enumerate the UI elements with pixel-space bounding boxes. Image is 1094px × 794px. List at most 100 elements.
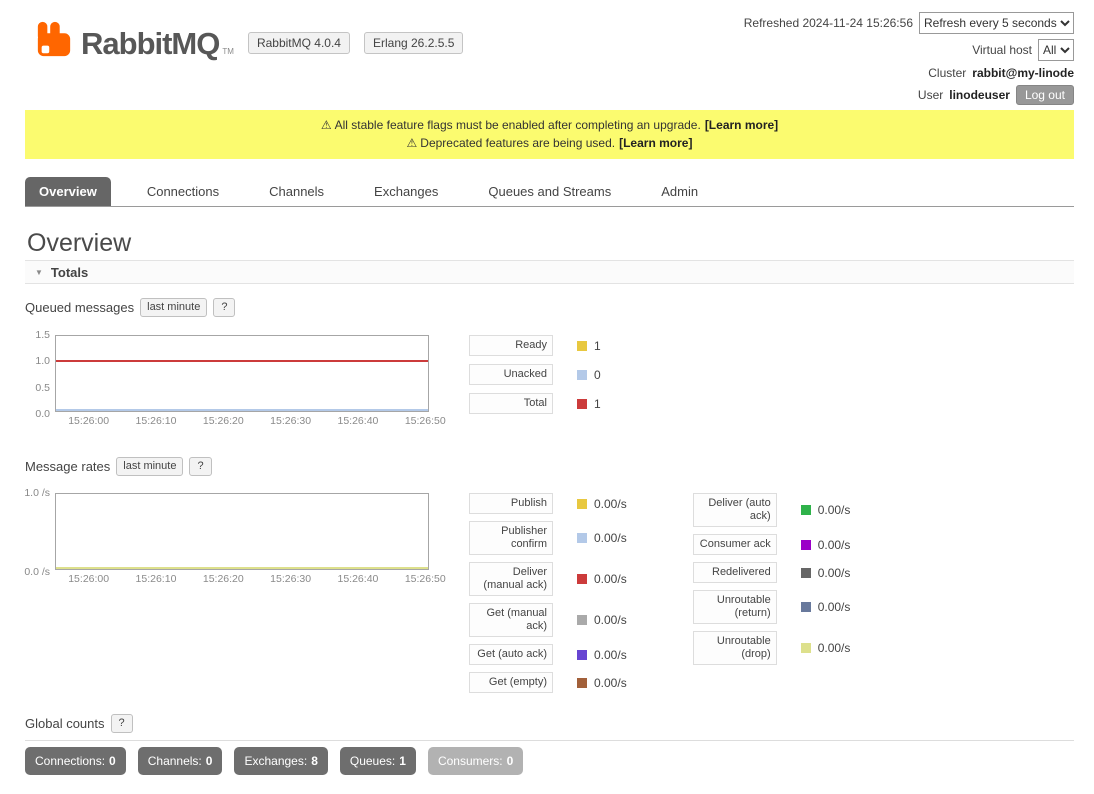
legend-value: 0.00/s	[594, 531, 627, 545]
legend-row-get-manual-ack: Get (manual ack) 0.00/s	[469, 603, 627, 637]
legend-row-unroutable-return: Unroutable (return) 0.00/s	[693, 590, 851, 624]
rates-chart-plot	[55, 493, 429, 570]
totals-section-header[interactable]: ▼ Totals	[25, 260, 1074, 284]
rabbitmq-overview-page: RabbitMQ TM RabbitMQ 4.0.4 Erlang 26.2.5…	[0, 0, 1094, 775]
legend-value: 0.00/s	[594, 676, 627, 690]
rates-legend-column-1: Publish 0.00/s Publisher confirm 0.00/s …	[469, 493, 627, 700]
y-tick-label: 0.0	[35, 408, 50, 420]
tab-channels[interactable]: Channels	[255, 177, 338, 206]
cluster-label: Cluster	[928, 66, 966, 80]
refresh-interval-select[interactable]: Refresh every 5 seconds	[919, 12, 1074, 34]
legend-label: Ready	[469, 335, 553, 356]
learn-more-link[interactable]: [Learn more]	[619, 136, 692, 150]
legend-value: 1	[594, 339, 601, 353]
legend-color-swatch	[577, 399, 587, 409]
x-tick-label: 15:26:10	[136, 573, 177, 585]
legend-label: Deliver (auto ack)	[693, 493, 777, 527]
logout-button[interactable]: Log out	[1016, 85, 1074, 105]
x-tick-label: 15:26:10	[136, 415, 177, 427]
y-tick-label: 1.0 /s	[24, 487, 50, 499]
legend-color-swatch	[801, 505, 811, 515]
legend-label: Publish	[469, 493, 553, 514]
warning-text: All stable feature flags must be enabled…	[335, 118, 701, 132]
legend-row-get-empty: Get (empty) 0.00/s	[469, 672, 627, 693]
legend-value: 0.00/s	[594, 613, 627, 627]
tab-overview[interactable]: Overview	[25, 177, 111, 206]
trademark-label: TM	[222, 47, 234, 56]
legend-label: Unacked	[469, 364, 553, 385]
brand-name: RabbitMQ	[81, 29, 219, 58]
legend-label: Get (auto ack)	[469, 644, 553, 665]
erlang-version-badge: Erlang 26.2.5.5	[364, 32, 463, 54]
global-counts-help-button[interactable]: ?	[111, 714, 133, 733]
legend-label: Unroutable (return)	[693, 590, 777, 624]
tab-admin[interactable]: Admin	[647, 177, 712, 206]
queued-help-button[interactable]: ?	[213, 298, 235, 317]
rates-chart-x-axis: 15:26:0015:26:1015:26:2015:26:3015:26:40…	[55, 573, 429, 589]
queued-range-selector[interactable]: last minute	[140, 298, 207, 317]
legend-color-swatch	[577, 499, 587, 509]
legend-value: 0.00/s	[818, 503, 851, 517]
global-counts-header: Global counts ?	[25, 714, 1094, 732]
rabbitmq-logo[interactable]: RabbitMQ TM	[35, 20, 234, 58]
page-title: Overview	[27, 229, 1094, 258]
tab-exchanges[interactable]: Exchanges	[360, 177, 452, 206]
count-consumers: Consumers:0	[428, 747, 523, 775]
legend-label: Publisher confirm	[469, 521, 553, 555]
legend-value: 1	[594, 397, 601, 411]
queued-messages-chart: 1.51.00.50.0 15:26:0015:26:1015:26:2015:…	[25, 335, 429, 431]
legend-row-get-auto-ack: Get (auto ack) 0.00/s	[469, 644, 627, 665]
x-tick-label: 15:26:00	[68, 573, 109, 585]
x-tick-label: 15:26:50	[405, 415, 446, 427]
message-rates-row: 1.0 /s0.0 /s 15:26:0015:26:1015:26:2015:…	[25, 493, 1094, 700]
y-tick-label: 1.0	[35, 355, 50, 367]
count-value: 8	[311, 754, 318, 768]
collapse-arrow-icon: ▼	[35, 268, 43, 277]
legend-color-swatch	[577, 678, 587, 688]
count-value: 0	[507, 754, 514, 768]
global-counts-bar: Connections:0 Channels:0 Exchanges:8 Que…	[25, 747, 1074, 775]
rates-range-selector[interactable]: last minute	[116, 457, 183, 476]
x-tick-label: 15:26:20	[203, 573, 244, 585]
legend-value: 0.00/s	[594, 497, 627, 511]
legend-row-redelivered: Redelivered 0.00/s	[693, 562, 851, 583]
count-value: 0	[109, 754, 116, 768]
legend-row-deliver-auto-ack: Deliver (auto ack) 0.00/s	[693, 493, 851, 527]
user-name: linodeuser	[949, 88, 1010, 102]
x-tick-label: 15:26:50	[405, 573, 446, 585]
legend-color-swatch	[577, 341, 587, 351]
status-block: Refreshed 2024-11-24 15:26:56 Refresh ev…	[744, 12, 1074, 110]
legend-color-swatch	[577, 574, 587, 584]
rates-help-button[interactable]: ?	[189, 457, 211, 476]
tab-bar: Overview Connections Channels Exchanges …	[25, 177, 1074, 207]
x-tick-label: 15:26:40	[338, 415, 379, 427]
tab-queues-and-streams[interactable]: Queues and Streams	[474, 177, 625, 206]
warning-banner: ⚠ All stable feature flags must be enable…	[25, 110, 1074, 159]
legend-label: Deliver (manual ack)	[469, 562, 553, 596]
legend-value: 0	[594, 368, 601, 382]
legend-value: 0.00/s	[594, 572, 627, 586]
queued-chart-x-axis: 15:26:0015:26:1015:26:2015:26:3015:26:40…	[55, 415, 429, 431]
queued-chart-plot	[55, 335, 429, 412]
tab-connections[interactable]: Connections	[133, 177, 233, 206]
queued-messages-row: 1.51.00.50.0 15:26:0015:26:1015:26:2015:…	[25, 335, 1094, 431]
message-rates-chart: 1.0 /s0.0 /s 15:26:0015:26:1015:26:2015:…	[25, 493, 429, 589]
warning-text: Deprecated features are being used.	[420, 136, 615, 150]
warning-icon: ⚠	[407, 136, 418, 150]
legend-color-swatch	[577, 650, 587, 660]
series-line-total	[56, 360, 428, 362]
count-label: Queues:	[350, 754, 395, 768]
x-tick-label: 15:26:30	[270, 415, 311, 427]
learn-more-link[interactable]: [Learn more]	[705, 118, 778, 132]
legend-color-swatch	[801, 540, 811, 550]
legend-color-swatch	[801, 602, 811, 612]
count-value: 0	[206, 754, 213, 768]
legend-value: 0.00/s	[818, 641, 851, 655]
y-tick-label: 1.5	[35, 329, 50, 341]
virtual-host-select[interactable]: All	[1038, 39, 1074, 61]
global-counts-title: Global counts	[25, 716, 105, 731]
legend-value: 0.00/s	[818, 538, 851, 552]
legend-value: 0.00/s	[818, 600, 851, 614]
legend-value: 0.00/s	[818, 566, 851, 580]
legend-color-swatch	[577, 615, 587, 625]
